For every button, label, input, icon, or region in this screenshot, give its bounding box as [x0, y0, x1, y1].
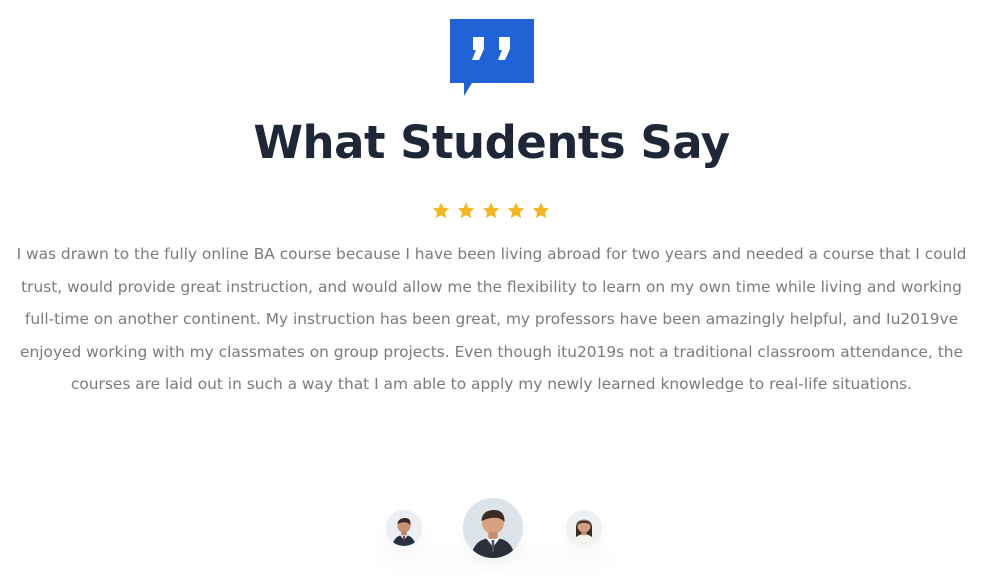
star-icon	[457, 202, 475, 219]
testimonial-avatar-selector	[0, 490, 983, 578]
male-student-avatar[interactable]	[386, 510, 422, 546]
female-student-avatar-image	[566, 510, 602, 546]
rating-stars	[431, 201, 555, 223]
female-student-avatar[interactable]	[566, 510, 602, 546]
testimonials-title: What Students Say	[253, 116, 730, 169]
star-icon	[532, 202, 550, 219]
male-student-avatar[interactable]	[463, 498, 523, 558]
testimonials-section: What Students Say I was drawn to the ful…	[0, 0, 983, 578]
star-icon	[507, 202, 525, 219]
star-icon	[432, 202, 450, 219]
male-student-avatar-image	[463, 498, 523, 558]
testimonial-quote: I was drawn to the fully online BA cours…	[16, 245, 967, 393]
male-student-avatar-image	[386, 510, 422, 546]
star-icon	[482, 202, 500, 219]
quote-speech-bubble-icon	[450, 19, 534, 96]
